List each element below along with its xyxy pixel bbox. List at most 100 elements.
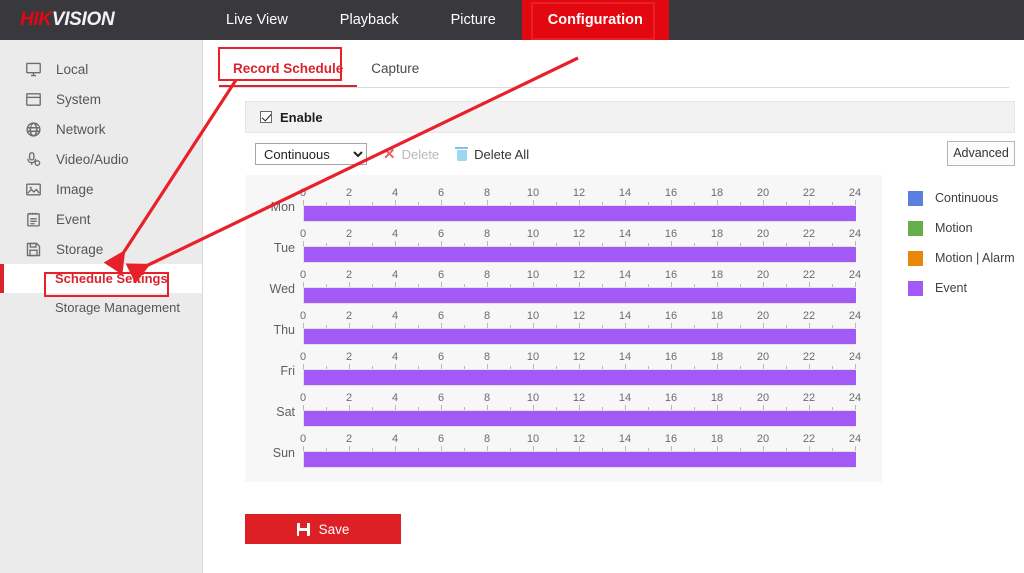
schedule-segment-event[interactable] — [304, 329, 856, 344]
enable-label: Enable — [280, 109, 323, 125]
day-timeline-track[interactable] — [303, 287, 856, 304]
legend-swatch — [908, 250, 923, 266]
sidebar-item-event[interactable]: Event — [0, 204, 202, 234]
legend-label: Event — [935, 281, 967, 295]
axis-tick-label: 10 — [526, 392, 540, 404]
delete-all-button[interactable]: Delete All — [455, 146, 529, 162]
axis-tick-label: 22 — [802, 310, 816, 322]
sidebar-item-list: Local System Network Video/Audio Image Event S… — [0, 54, 202, 264]
nav-item-picture[interactable]: Picture — [425, 0, 522, 40]
axis-tick-label: 24 — [848, 351, 862, 363]
time-axis: 0 2 4 6 8 10 12 14 16 18 20 22 24 — [300, 306, 861, 328]
schedule-day-row: Sun 0 2 4 6 8 10 12 14 16 18 20 22 24 — [245, 427, 882, 468]
clipboard-icon — [24, 210, 42, 228]
enable-checkbox[interactable] — [260, 111, 272, 123]
hikvision-logo: HIKVISION — [0, 9, 200, 31]
logo-hik-text: HIK — [20, 9, 52, 30]
day-timeline-track[interactable] — [303, 328, 856, 345]
sidebar-item-label: Network — [56, 121, 106, 137]
sidebar-item-label: Video/Audio — [56, 151, 129, 167]
time-axis: 0 2 4 6 8 10 12 14 16 18 20 22 24 — [299, 429, 861, 451]
sidebar-item-image[interactable]: Image — [0, 174, 202, 204]
axis-tick-major — [855, 241, 856, 246]
axis-tick-label: 0 — [299, 269, 307, 281]
nav-item-live-view[interactable]: Live View — [200, 0, 314, 40]
axis-tick-label: 14 — [618, 310, 632, 322]
legend-label: Continuous — [935, 191, 999, 205]
sidebar-item-system[interactable]: System — [0, 84, 202, 114]
window-icon — [24, 90, 42, 108]
day-label: Tue — [273, 241, 295, 255]
axis-tick-label: 6 — [437, 310, 445, 322]
legend-label: Motion | Alarm — [935, 251, 1015, 265]
sidebar-item-label: Storage — [56, 241, 104, 257]
legend-item: Motion | Alarm — [908, 243, 1015, 273]
axis-tick-label: 22 — [802, 433, 816, 445]
axis-tick-label: 6 — [437, 187, 445, 199]
schedule-segment-event[interactable] — [304, 411, 856, 426]
day-timeline-track[interactable] — [303, 451, 856, 468]
sidebar-item-storage[interactable]: Storage — [0, 234, 202, 264]
axis-tick-label: 24 — [848, 228, 862, 240]
day-timeline-track[interactable] — [303, 205, 856, 222]
axis-tick-label: 6 — [437, 228, 445, 240]
day-track-column: 0 2 4 6 8 10 12 14 16 18 20 22 24 — [300, 183, 861, 222]
axis-tick-label: 12 — [572, 310, 586, 322]
axis-tick-label: 20 — [756, 433, 770, 445]
record-schedule-panel: Enable Continuous Motion Motion | Alarm Eve… — [245, 101, 1015, 482]
advanced-button[interactable]: Advanced — [947, 141, 1015, 166]
axis-tick-label: 8 — [483, 187, 491, 199]
axis-tick-label: 2 — [345, 269, 353, 281]
schedule-legend: Continuous Motion Motion | Alarm Event — [882, 175, 1015, 482]
axis-tick-label: 0 — [299, 433, 307, 445]
schedule-day-row: Fri 0 2 4 6 8 10 12 14 16 18 20 22 24 — [245, 345, 882, 386]
axis-tick-label: 14 — [618, 269, 632, 281]
axis-tick-label: 10 — [526, 310, 540, 322]
floppy-icon — [24, 240, 42, 258]
sidebar-item-network[interactable]: Network — [0, 114, 202, 144]
axis-tick-label: 20 — [756, 187, 770, 199]
day-track-column: 0 2 4 6 8 10 12 14 16 18 20 22 24 — [300, 388, 861, 427]
axis-tick-label: 12 — [572, 187, 586, 199]
schedule-segment-event[interactable] — [304, 370, 856, 385]
save-button[interactable]: Save — [245, 514, 401, 544]
nav-item-playback[interactable]: Playback — [314, 0, 425, 40]
axis-tick-label: 22 — [802, 228, 816, 240]
schedule-segment-event[interactable] — [304, 206, 856, 221]
axis-tick-label: 24 — [848, 433, 862, 445]
axis-tick-label: 4 — [391, 187, 399, 199]
sidebar-item-video-audio[interactable]: Video/Audio — [0, 144, 202, 174]
nav-item-configuration[interactable]: Configuration — [521, 0, 669, 40]
time-axis: 0 2 4 6 8 10 12 14 16 18 20 22 24 — [300, 347, 861, 369]
axis-tick-major — [855, 405, 856, 410]
axis-tick-label: 22 — [802, 187, 816, 199]
schedule-segment-event[interactable] — [304, 247, 856, 262]
axis-tick-label: 6 — [437, 433, 445, 445]
day-timeline-track[interactable] — [303, 410, 856, 427]
axis-tick-label: 8 — [483, 351, 491, 363]
axis-tick-label: 16 — [664, 310, 678, 322]
tab-capture[interactable]: Capture — [357, 50, 433, 87]
delete-button[interactable]: ✕ Delete — [383, 147, 439, 162]
axis-tick-label: 14 — [618, 228, 632, 240]
schedule-grid[interactable]: Mon 0 2 4 6 8 10 12 14 16 18 20 22 24 Tue 0 2 4 6 8 10 12 14 16… — [245, 175, 882, 482]
day-timeline-track[interactable] — [303, 246, 856, 263]
sidebar-item-local[interactable]: Local — [0, 54, 202, 84]
sidebar-subitem-storage-management[interactable]: Storage Management — [0, 293, 202, 322]
schedule-segment-event[interactable] — [304, 452, 856, 467]
legend-item: Motion — [908, 213, 1015, 243]
close-icon: ✕ — [383, 145, 396, 163]
schedule-segment-event[interactable] — [304, 288, 856, 303]
sidebar-subitem-schedule-settings[interactable]: Schedule Settings — [0, 264, 202, 293]
top-navigation-bar: HIKVISION Live View Playback Picture Config… — [0, 0, 1024, 40]
schedule-section: Mon 0 2 4 6 8 10 12 14 16 18 20 22 24 Tue 0 2 4 6 8 10 12 14 16… — [245, 175, 1015, 482]
axis-tick-label: 24 — [848, 392, 862, 404]
legend-item: Event — [908, 273, 1015, 303]
tab-record-schedule[interactable]: Record Schedule — [219, 50, 358, 87]
axis-tick-label: 10 — [526, 187, 540, 199]
schedule-type-select[interactable]: ContinuousMotionMotion | AlarmEvent — [255, 143, 367, 165]
day-timeline-track[interactable] — [303, 369, 856, 386]
axis-tick-major — [855, 200, 856, 205]
axis-tick-label: 16 — [664, 228, 678, 240]
sidebar-subitem-list: Schedule Settings Storage Management — [0, 264, 202, 322]
